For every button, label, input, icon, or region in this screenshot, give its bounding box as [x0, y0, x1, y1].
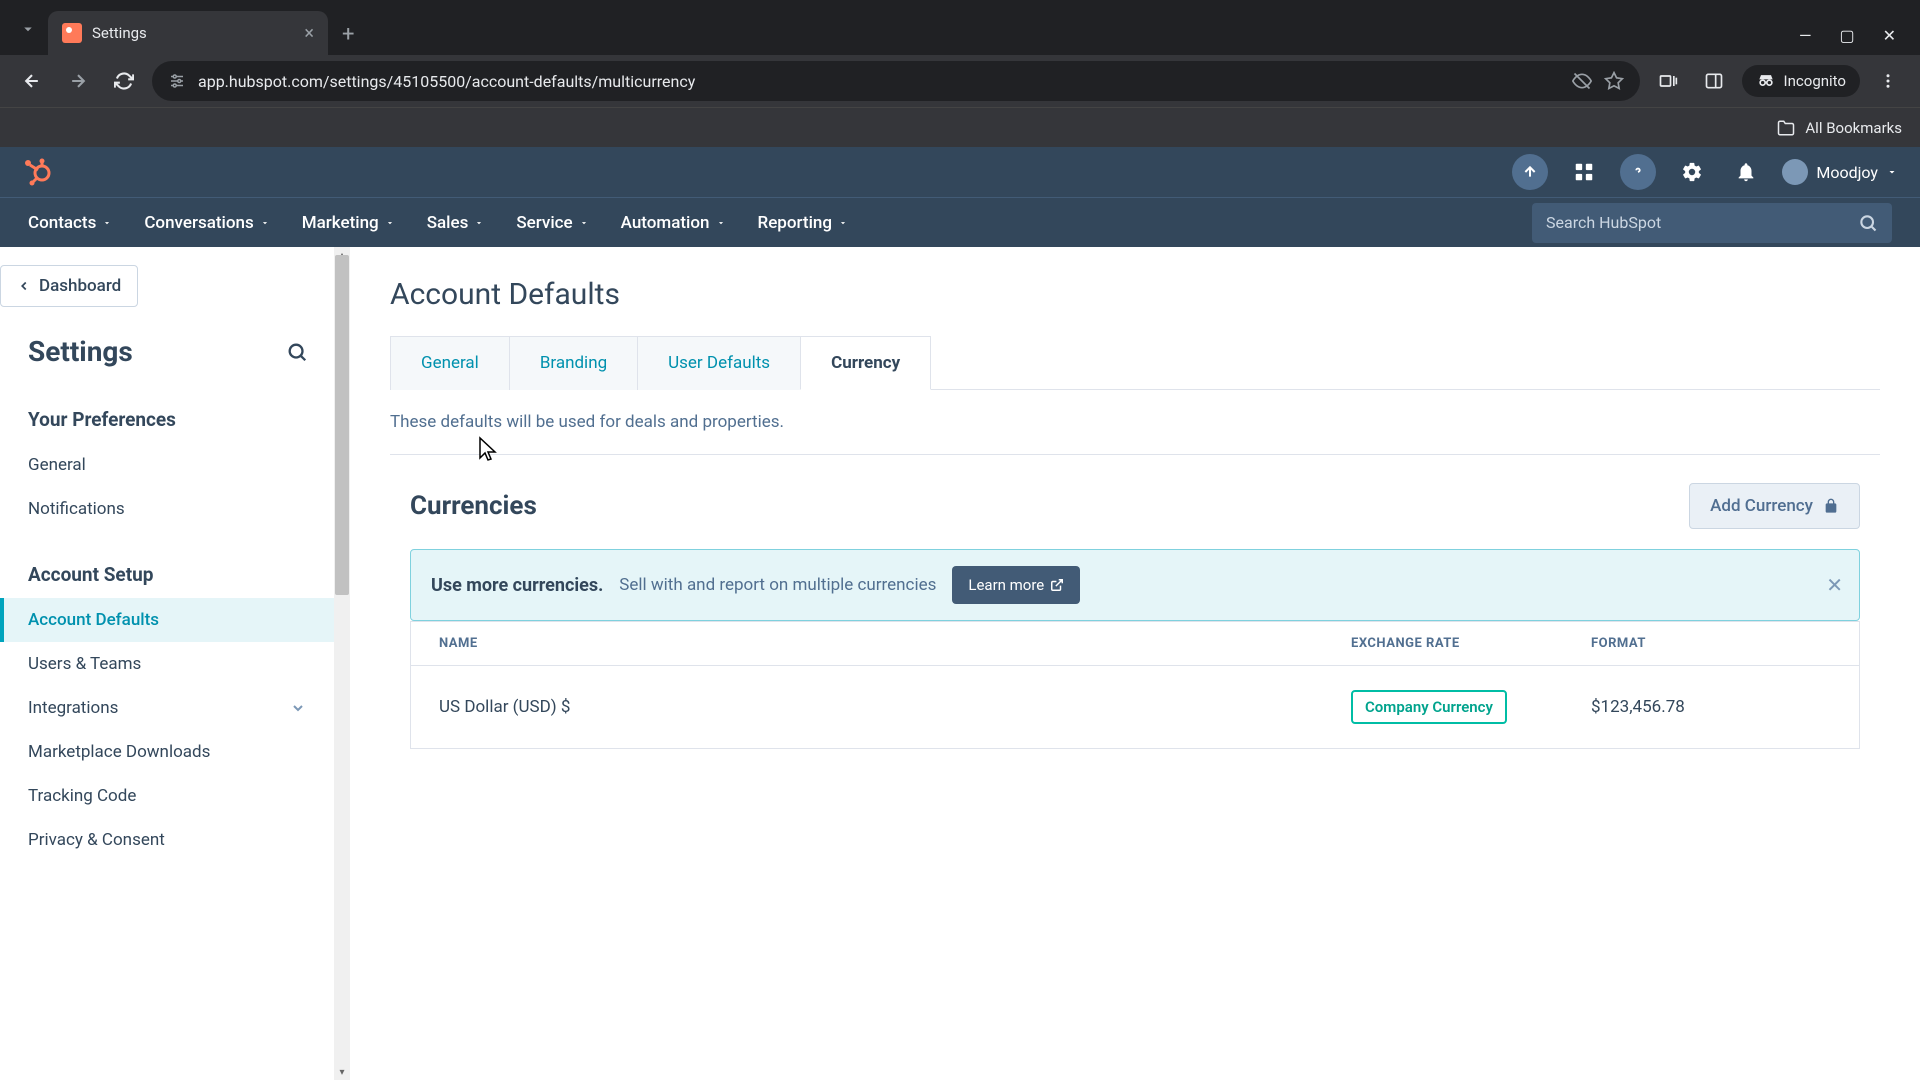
browser-tab-title: Settings: [92, 24, 294, 42]
global-search[interactable]: [1532, 203, 1892, 243]
upsell-banner: Use more currencies. Sell with and repor…: [410, 549, 1860, 621]
user-name: Moodjoy: [1816, 163, 1878, 182]
incognito-label: Incognito: [1784, 72, 1846, 90]
sidebar-item-users-teams[interactable]: Users & Teams: [0, 642, 334, 686]
primary-nav: Contacts Conversations Marketing Sales S…: [0, 197, 1920, 247]
tab-general[interactable]: General: [390, 336, 509, 390]
marketplace-icon[interactable]: [1566, 154, 1602, 190]
add-currency-button[interactable]: Add Currency: [1689, 483, 1860, 529]
forward-button[interactable]: [60, 63, 96, 99]
banner-close-icon[interactable]: ✕: [1826, 573, 1843, 597]
th-name: NAME: [439, 636, 1351, 651]
hubspot-favicon: [62, 23, 82, 43]
currency-format: $123,456.78: [1591, 697, 1831, 717]
sidebar-scrollbar[interactable]: ▴ ▾: [334, 247, 350, 1080]
nav-contacts[interactable]: Contacts: [28, 213, 112, 233]
sidebar-item-marketplace-downloads[interactable]: Marketplace Downloads: [0, 730, 334, 774]
currencies-table: NAME EXCHANGE RATE FORMAT US Dollar (USD…: [410, 621, 1860, 749]
folder-icon: [1777, 119, 1795, 137]
nav-reporting[interactable]: Reporting: [758, 213, 849, 233]
table-row[interactable]: US Dollar (USD) $ Company Currency $123,…: [411, 666, 1859, 748]
browser-toolbar: app.hubspot.com/settings/45105500/accoun…: [0, 55, 1920, 107]
tab-description: These defaults will be used for deals an…: [390, 412, 1880, 455]
search-icon: [1858, 213, 1878, 233]
back-to-dashboard-link[interactable]: Dashboard: [0, 265, 138, 307]
external-link-icon: [1050, 578, 1064, 592]
url-text: app.hubspot.com/settings/45105500/accoun…: [198, 72, 1560, 91]
reload-button[interactable]: [106, 63, 142, 99]
all-bookmarks-link[interactable]: All Bookmarks: [1805, 119, 1902, 137]
search-input[interactable]: [1546, 213, 1858, 232]
bookmark-star-icon[interactable]: [1604, 71, 1624, 91]
window-close-icon[interactable]: ✕: [1883, 26, 1896, 45]
back-button[interactable]: [14, 63, 50, 99]
nav-marketing[interactable]: Marketing: [302, 213, 395, 233]
sidebar-title: Settings: [28, 335, 133, 368]
currencies-heading: Currencies: [410, 491, 537, 521]
browser-menu-icon[interactable]: [1870, 63, 1906, 99]
chevron-down-icon: [1886, 166, 1898, 178]
tab-close-icon[interactable]: ×: [304, 23, 314, 44]
side-panel-icon[interactable]: [1696, 63, 1732, 99]
section-preferences: Your Preferences: [0, 396, 334, 443]
banner-text: Sell with and report on multiple currenc…: [619, 575, 936, 595]
user-menu[interactable]: Moodjoy: [1782, 159, 1898, 185]
incognito-badge[interactable]: Incognito: [1742, 65, 1860, 97]
settings-tabs: General Branding User Defaults Currency: [390, 336, 1880, 390]
cookies-blocked-icon[interactable]: [1572, 71, 1592, 91]
sidebar-item-tracking-code[interactable]: Tracking Code: [0, 774, 334, 818]
user-avatar: [1782, 159, 1808, 185]
help-icon[interactable]: [1620, 154, 1656, 190]
sidebar-item-notifications[interactable]: Notifications: [0, 487, 334, 531]
browser-tab-active[interactable]: Settings ×: [48, 11, 328, 55]
sidebar-item-integrations[interactable]: Integrations: [0, 686, 334, 730]
th-format: FORMAT: [1591, 636, 1831, 651]
tab-search-dropdown[interactable]: [8, 9, 48, 49]
new-tab-button[interactable]: +: [342, 22, 354, 47]
learn-more-button[interactable]: Learn more: [952, 566, 1080, 604]
chevron-down-icon: [290, 700, 306, 716]
scrollbar-thumb[interactable]: [335, 255, 349, 595]
table-header-row: NAME EXCHANGE RATE FORMAT: [411, 621, 1859, 666]
window-maximize-icon[interactable]: ▢: [1839, 26, 1854, 45]
nav-sales[interactable]: Sales: [427, 213, 485, 233]
tab-user-defaults[interactable]: User Defaults: [637, 336, 800, 390]
banner-title: Use more currencies.: [431, 575, 603, 596]
section-account-setup: Account Setup: [0, 551, 334, 598]
browser-tab-strip: Settings × + — ▢ ✕: [0, 0, 1920, 55]
currency-rate: Company Currency: [1351, 690, 1591, 724]
upgrade-icon[interactable]: [1512, 154, 1548, 190]
bookmarks-bar: All Bookmarks: [0, 107, 1920, 147]
currency-name: US Dollar (USD) $: [439, 697, 1351, 717]
nav-service[interactable]: Service: [516, 213, 588, 233]
tab-branding[interactable]: Branding: [509, 336, 637, 390]
main-content: Account Defaults General Branding User D…: [350, 247, 1920, 1080]
address-bar[interactable]: app.hubspot.com/settings/45105500/accoun…: [152, 61, 1640, 101]
sidebar-item-general[interactable]: General: [0, 443, 334, 487]
app-header: Moodjoy: [0, 147, 1920, 197]
nav-automation[interactable]: Automation: [621, 213, 726, 233]
scroll-down-arrow[interactable]: ▾: [334, 1064, 350, 1080]
nav-conversations[interactable]: Conversations: [144, 213, 269, 233]
sidebar-item-privacy-consent[interactable]: Privacy & Consent: [0, 818, 334, 862]
tab-currency[interactable]: Currency: [800, 336, 931, 390]
site-settings-icon[interactable]: [168, 72, 186, 90]
sidebar-item-account-defaults[interactable]: Account Defaults: [0, 598, 334, 642]
lock-icon: [1823, 498, 1839, 514]
settings-gear-icon[interactable]: [1674, 154, 1710, 190]
window-controls: — ▢ ✕: [1799, 26, 1920, 55]
th-exchange-rate: EXCHANGE RATE: [1351, 636, 1591, 651]
settings-sidebar: Dashboard Settings Your Preferences Gene…: [0, 247, 334, 1080]
settings-search-icon[interactable]: [286, 341, 308, 363]
window-minimize-icon[interactable]: —: [1799, 26, 1812, 45]
hubspot-logo[interactable]: [22, 157, 52, 187]
company-currency-badge: Company Currency: [1351, 690, 1507, 724]
chevron-left-icon: [17, 279, 31, 293]
media-control-icon[interactable]: [1650, 63, 1686, 99]
notifications-bell-icon[interactable]: [1728, 154, 1764, 190]
page-title: Account Defaults: [390, 277, 1880, 312]
